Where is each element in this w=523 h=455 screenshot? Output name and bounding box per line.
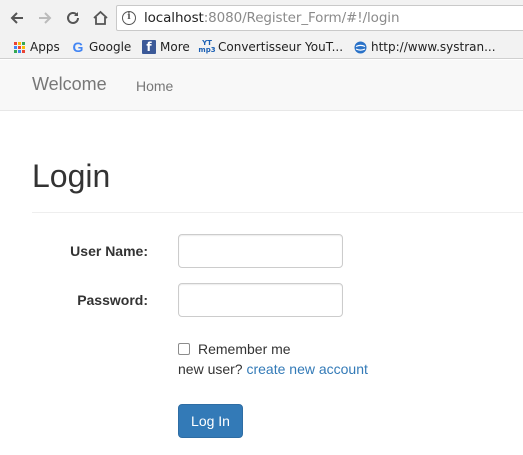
address-bar[interactable]: i localhost:8080/Register_Form/#!/login <box>116 5 523 31</box>
bookmark-apps[interactable]: Apps <box>12 38 60 56</box>
bookmark-convertisseur[interactable]: YT mp3 Convertisseur YouT... <box>198 38 344 56</box>
new-user-row: new user? create new account <box>178 361 368 377</box>
bookmark-google[interactable]: G Google <box>71 38 132 56</box>
url-host: localhost <box>144 10 204 26</box>
new-user-text: new user? <box>178 361 243 377</box>
url-path: :8080/Register_Form/#!/login <box>203 10 400 26</box>
url-text: localhost:8080/Register_Form/#!/login <box>144 10 400 26</box>
bookmark-label: Convertisseur YouT... <box>218 40 344 54</box>
password-input[interactable] <box>178 283 343 317</box>
password-label: Password: <box>77 292 148 308</box>
remember-me-checkbox[interactable] <box>178 343 190 355</box>
reload-icon[interactable] <box>62 7 84 29</box>
facebook-icon: f <box>142 40 156 54</box>
apps-grid-icon <box>12 40 26 54</box>
app-navbar: Welcome Home <box>0 60 523 111</box>
remember-me-label: Remember me <box>198 341 291 357</box>
title-divider <box>32 212 523 213</box>
bookmark-label: http://www.systran... <box>371 40 496 54</box>
google-icon: G <box>72 39 84 55</box>
bookmark-more[interactable]: f More <box>142 38 190 56</box>
bookmark-label: Google <box>89 40 132 54</box>
bookmarks-bar: Apps G Google f More YT mp3 Convertisseur… <box>0 36 523 59</box>
home-icon[interactable] <box>89 7 111 29</box>
back-arrow-icon[interactable] <box>6 7 28 29</box>
youtube-mp3-icon: YT mp3 <box>198 39 216 54</box>
login-button[interactable]: Log In <box>178 404 243 438</box>
username-label: User Name: <box>70 243 148 259</box>
bookmark-label: More <box>160 40 190 54</box>
forward-arrow-icon[interactable] <box>34 7 56 29</box>
create-account-link[interactable]: create new account <box>246 361 367 377</box>
page-title: Login <box>32 158 111 194</box>
browser-toolbar: i localhost:8080/Register_Form/#!/login <box>0 0 523 36</box>
username-input[interactable] <box>178 234 343 268</box>
bookmark-systran[interactable]: http://www.systran... <box>353 38 496 56</box>
bookmark-label: Apps <box>30 40 60 54</box>
navbar-brand[interactable]: Welcome <box>32 74 107 95</box>
nav-link-home[interactable]: Home <box>136 78 173 94</box>
info-icon[interactable]: i <box>122 11 136 25</box>
systran-globe-icon <box>353 40 367 54</box>
remember-me-row[interactable]: Remember me <box>178 341 291 357</box>
